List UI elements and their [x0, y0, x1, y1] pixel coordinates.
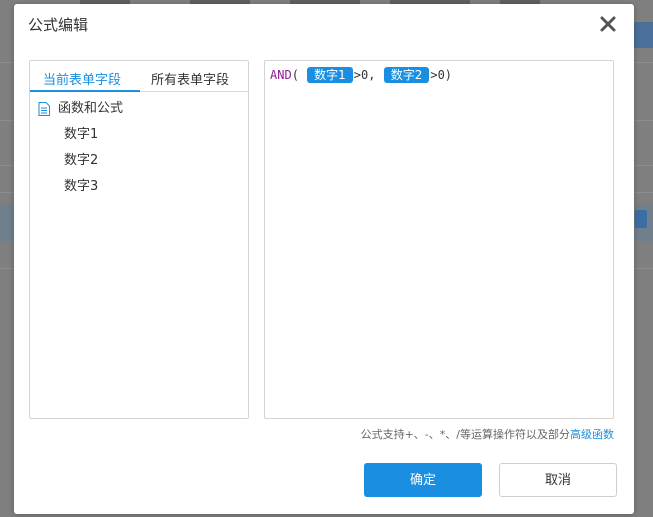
- tab-current-form-fields[interactable]: 当前表单字段: [43, 69, 121, 88]
- confirm-button[interactable]: 确定: [364, 463, 482, 497]
- document-icon: [38, 102, 50, 116]
- formula-editor[interactable]: AND( 数字1 >0, 数字2 >0): [264, 60, 614, 419]
- formula-operator: >0,: [353, 68, 376, 82]
- field-tabs: 当前表单字段 所有表单字段: [30, 61, 248, 92]
- formula-paren: (: [291, 68, 299, 82]
- tree-item-field-2[interactable]: 数字2: [30, 148, 248, 174]
- close-icon[interactable]: [598, 14, 618, 34]
- formula-operator: >0): [430, 68, 453, 82]
- formula-hint: 公式支持+、-、*、/等运算操作符以及部分高级函数: [361, 426, 614, 442]
- advanced-functions-link[interactable]: 高级函数: [570, 428, 614, 441]
- field-panel: 当前表单字段 所有表单字段 函数和公式 数字1 数字2 数字3: [29, 60, 249, 419]
- dialog-title: 公式编辑: [28, 16, 89, 34]
- cancel-button[interactable]: 取消: [499, 463, 617, 497]
- bg-comment-icon: [635, 210, 647, 228]
- active-tab-indicator: [30, 90, 140, 92]
- formula-edit-dialog: 公式编辑 当前表单字段 所有表单字段 函数和公式 数字1 数字2 数字3 AND…: [14, 4, 634, 514]
- tree-item-field-3[interactable]: 数字3: [30, 174, 248, 200]
- bg-button: [633, 22, 653, 48]
- field-tree: 函数和公式 数字1 数字2 数字3: [30, 92, 248, 200]
- tree-item-label: 函数和公式: [58, 101, 124, 116]
- field-tag-1[interactable]: 数字1: [307, 67, 353, 83]
- tree-item-field-1[interactable]: 数字1: [30, 122, 248, 148]
- tab-all-form-fields[interactable]: 所有表单字段: [151, 69, 229, 88]
- field-tag-2[interactable]: 数字2: [383, 67, 430, 83]
- hint-text: 公式支持+、-、*、/等运算操作符以及部分: [360, 428, 570, 441]
- formula-line: AND( 数字1 >0, 数字2 >0): [270, 67, 452, 83]
- function-keyword: AND: [270, 68, 292, 82]
- tree-item-functions[interactable]: 函数和公式: [30, 96, 248, 122]
